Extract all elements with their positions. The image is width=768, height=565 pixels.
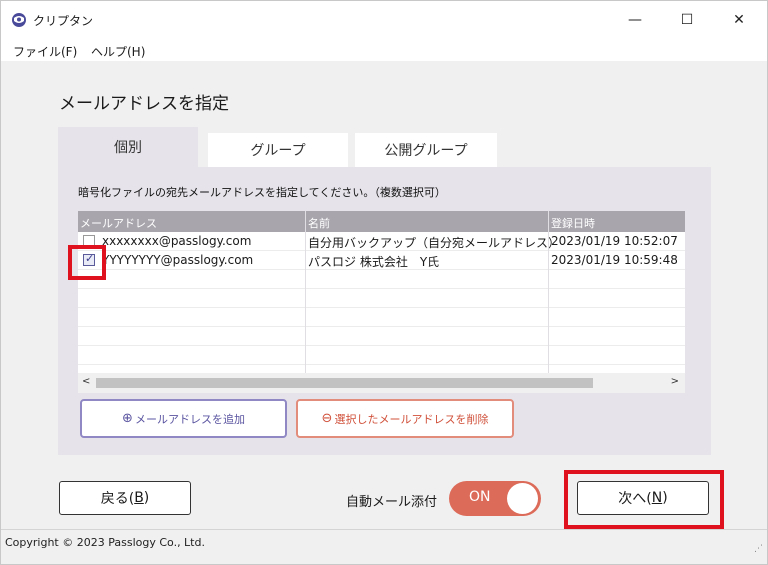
table-row-empty (78, 308, 685, 327)
toggle-state: ON (469, 489, 491, 505)
column-header-date[interactable]: 登録日時 (551, 215, 595, 231)
row-date: 2023/01/19 10:59:48 (551, 253, 678, 267)
auto-attach-label: 自動メール添付 (346, 495, 438, 510)
scroll-left-icon[interactable]: < (82, 376, 90, 387)
status-bar: Copyright © 2023 Passlogy Co., Ltd. ⋰ (1, 529, 767, 564)
minus-circle-icon: ⊖ (321, 411, 333, 426)
table-row-empty (78, 289, 685, 308)
delete-email-button[interactable]: ⊖ 選択したメールアドレスを削除 (296, 399, 514, 438)
page-title: メールアドレスを指定 (59, 94, 229, 114)
copyright-text: Copyright © 2023 Passlogy Co., Ltd. (5, 536, 205, 549)
main-content: メールアドレスを指定 個別 グループ 公開グループ 暗号化ファイルの宛先メールア… (1, 61, 767, 529)
app-window: クリプタン — ☐ ✕ ファイル(F) ヘルプ(H) メールアドレスを指定 個別… (0, 0, 768, 565)
back-shortcut: B (134, 490, 144, 506)
maximize-button[interactable]: ☐ (665, 5, 709, 35)
back-label-close: ) (143, 490, 150, 506)
window-title: クリプタン (33, 14, 94, 28)
horizontal-scrollbar[interactable]: < > (78, 373, 685, 393)
column-header-name[interactable]: 名前 (308, 215, 330, 231)
row-email: YYYYYYYY@passlogy.com (102, 253, 254, 267)
table-row-empty (78, 270, 685, 289)
back-label: 戻る( (100, 491, 135, 507)
table-row[interactable]: YYYYYYYY@passlogy.com パスロジ 株式会社 Y氏 2023/… (78, 251, 685, 270)
menu-bar: ファイル(F) ヘルプ(H) (1, 39, 767, 61)
resize-grip-icon[interactable]: ⋰ (754, 544, 763, 554)
add-email-button[interactable]: ⊕ メールアドレスを追加 (80, 399, 287, 438)
scrollbar-thumb[interactable] (96, 378, 593, 388)
table-row-empty (78, 346, 685, 365)
add-email-label: メールアドレスを追加 (134, 412, 245, 426)
auto-attach-toggle[interactable]: ON (449, 481, 541, 516)
close-button[interactable]: ✕ (717, 5, 761, 35)
highlight-checkbox (68, 245, 106, 280)
tab-panel: 暗号化ファイルの宛先メールアドレスを指定してください。（複数選択可） メールアド… (58, 167, 711, 455)
delete-email-label: 選択したメールアドレスを削除 (334, 412, 489, 426)
menu-help[interactable]: ヘルプ(H) (91, 43, 145, 60)
tab-group[interactable]: グループ (208, 133, 348, 167)
app-logo-icon (12, 13, 26, 27)
address-table: メールアドレス 名前 登録日時 xxxxxxxx@passlogy.com 自分… (78, 211, 685, 393)
row-name: 自分用バックアップ（自分宛メールアドレス） (308, 236, 561, 250)
row-email: xxxxxxxx@passlogy.com (102, 234, 252, 248)
column-divider (305, 211, 306, 393)
row-name: パスロジ 株式会社 Y氏 (308, 255, 440, 269)
table-row-empty (78, 327, 685, 346)
column-divider (548, 211, 549, 393)
minimize-button[interactable]: — (613, 5, 657, 35)
scroll-right-icon[interactable]: > (671, 376, 679, 387)
highlight-next-button (564, 470, 724, 529)
table-row[interactable]: xxxxxxxx@passlogy.com 自分用バックアップ（自分宛メールアド… (78, 232, 685, 251)
row-date: 2023/01/19 10:52:07 (551, 234, 678, 248)
table-header: メールアドレス 名前 登録日時 (78, 211, 685, 232)
toggle-knob (507, 483, 538, 514)
plus-circle-icon: ⊕ (122, 411, 133, 426)
instruction-text: 暗号化ファイルの宛先メールアドレスを指定してください。（複数選択可） (78, 186, 446, 199)
menu-file[interactable]: ファイル(F) (13, 43, 77, 60)
tab-individual[interactable]: 個別 (58, 127, 198, 167)
title-bar[interactable]: クリプタン — ☐ ✕ (1, 1, 767, 39)
tab-public-group[interactable]: 公開グループ (355, 133, 497, 167)
column-header-email[interactable]: メールアドレス (80, 215, 157, 231)
back-button[interactable]: 戻る(B) (59, 481, 191, 515)
